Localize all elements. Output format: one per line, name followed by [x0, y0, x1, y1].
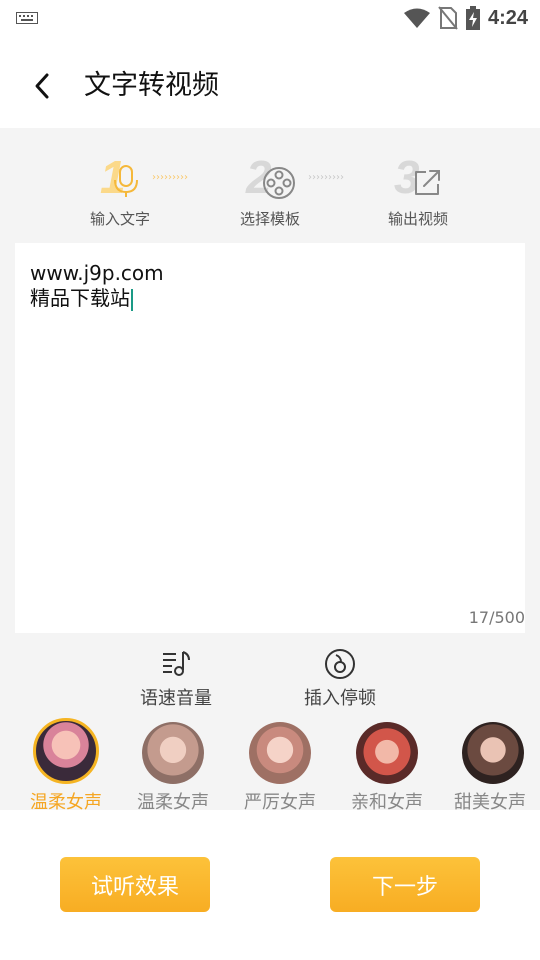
voice-option[interactable]: 甜美女声	[440, 718, 540, 814]
character-counter: 17/500	[468, 608, 525, 627]
voice-option[interactable]: 温柔女声	[120, 718, 226, 814]
clock: 4:24	[487, 6, 528, 29]
step-arrows-2: ›››››››››	[308, 172, 344, 183]
film-reel-icon	[263, 167, 295, 199]
share-icon	[415, 170, 440, 195]
voice-label: 亲和女声	[351, 792, 423, 813]
text-line: 精品下载站	[30, 286, 130, 310]
insert-pause-button[interactable]: 插入停顿	[280, 648, 400, 710]
wifi-icon	[403, 8, 430, 28]
voice-option[interactable]: 严厉女声	[227, 718, 333, 814]
tool-label: 语速音量	[140, 688, 212, 709]
avatar	[249, 722, 311, 784]
keyboard-icon	[16, 12, 38, 24]
step-label: 输出视频	[387, 210, 448, 228]
microphone-icon	[114, 165, 138, 197]
header: 文字转视频	[0, 36, 540, 128]
back-arrow-icon	[35, 73, 49, 99]
avatar	[356, 722, 418, 784]
tool-label: 插入停顿	[304, 688, 376, 709]
battery-charging-icon	[465, 6, 480, 30]
text-line: www.j9p.com	[30, 261, 164, 285]
text-line-with-caret: 精品下载站	[30, 286, 133, 311]
next-step-button[interactable]: 下一步	[330, 857, 480, 912]
voice-option[interactable]: 亲和女声	[334, 718, 440, 814]
text-caret	[131, 288, 133, 311]
voice-label: 温柔女声	[137, 792, 209, 813]
music-speed-icon	[163, 651, 190, 676]
voice-option[interactable]: 温柔女声	[13, 718, 119, 814]
avatar	[33, 718, 99, 784]
voice-label: 温柔女声	[30, 792, 102, 813]
text-input-area[interactable]: www.j9p.com 精品下载站 17/500	[15, 243, 525, 633]
step-input-text: 1 输入文字	[60, 150, 180, 230]
step-arrows-1: ›››››››››	[152, 172, 188, 183]
avatar	[462, 722, 524, 784]
speed-volume-button[interactable]: 语速音量	[116, 648, 236, 710]
step-label: 输入文字	[89, 210, 150, 228]
pause-insert-icon	[325, 649, 355, 679]
avatar	[142, 722, 204, 784]
preview-button[interactable]: 试听效果	[60, 857, 210, 912]
voice-label: 甜美女声	[454, 792, 526, 813]
step-choose-template: 2 选择模板	[210, 150, 330, 230]
page-title: 文字转视频	[84, 70, 219, 101]
back-button[interactable]	[22, 66, 62, 106]
no-sim-icon	[438, 6, 458, 30]
step-label: 选择模板	[239, 210, 300, 228]
voice-label: 严厉女声	[244, 792, 316, 813]
status-bar: 4:24	[0, 0, 540, 36]
step-output-video: 3 输出视频	[358, 150, 478, 230]
